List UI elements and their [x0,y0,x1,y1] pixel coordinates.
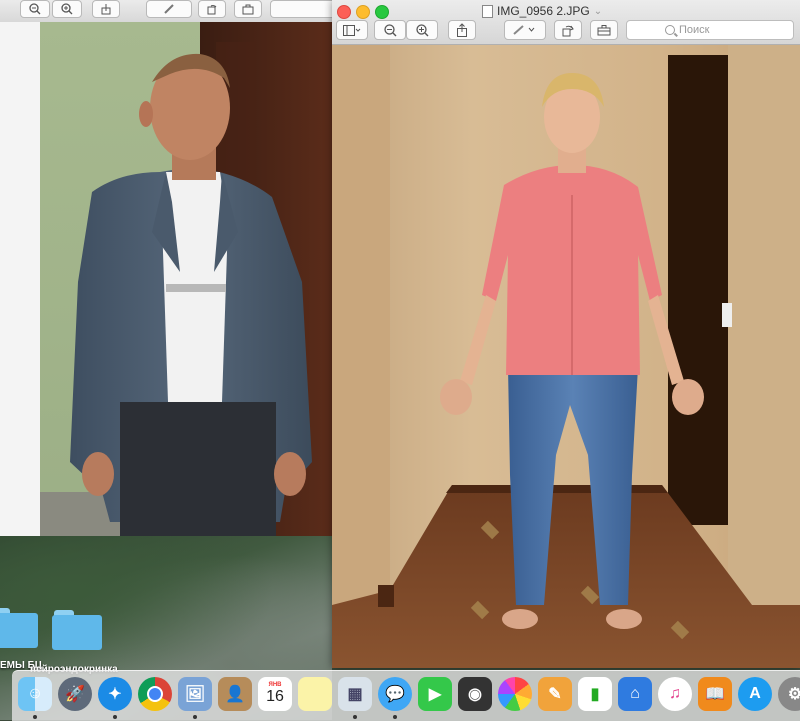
preview-window: IMG_0956 2.JPG ⌄ Поиск [332,0,800,668]
window-title-text: IMG_0956 2.JPG [497,4,590,18]
launchpad-icon[interactable]: 🚀 [58,677,92,711]
background-search-field[interactable] [270,0,332,18]
finder-icon[interactable]: ☺ [18,677,52,711]
calendar-icon[interactable]: ЯНВ 16 [258,677,292,711]
toolbox-button[interactable] [590,20,618,40]
notes-icon[interactable] [298,677,332,711]
share-icon[interactable] [92,0,120,18]
facetime-icon[interactable]: ▶ [418,677,452,711]
toolbox-icon [597,25,611,36]
background-preview-window [0,0,332,536]
search-icon [665,25,675,35]
itunes-icon[interactable]: ♫ [658,677,692,711]
image-capture-icon[interactable]: ▦ [338,677,372,711]
man-photo [40,22,332,536]
sidebar-toggle-button[interactable] [336,20,368,40]
dock: ☺ 🚀 ✦ 🖼 👤 ЯНВ 16 ▦ 💬 ▶ ◉ ✎ ▮ ⌂ ♫ 📖 A ⚙ [12,670,800,721]
zoom-out-icon[interactable] [20,0,50,18]
close-button[interactable] [337,5,351,19]
search-placeholder: Поиск [679,24,710,36]
photos-icon[interactable] [498,677,532,711]
desktop-folder-2[interactable] [52,610,102,650]
title-bar: IMG_0956 2.JPG ⌄ Поиск [332,0,800,45]
preview-icon[interactable]: 🖼 [178,677,212,711]
toolbox-icon[interactable] [234,0,262,18]
background-window-toolbar [0,0,332,23]
zoom-in-icon[interactable] [52,0,82,18]
zoom-in-icon [415,23,428,36]
system-preferences-icon[interactable]: ⚙ [778,677,800,711]
share-icon [457,23,467,37]
zoom-out-icon [383,23,396,36]
chrome-icon[interactable] [138,677,172,711]
search-input[interactable]: Поиск [626,20,794,40]
window-title[interactable]: IMG_0956 2.JPG ⌄ [482,3,652,19]
numbers-icon[interactable]: ▮ [578,677,612,711]
calendar-day: 16 [266,688,284,705]
photo-booth-icon[interactable]: ◉ [458,677,492,711]
safari-running-indicator [113,715,117,719]
background-window-sidebar [0,22,40,536]
document-icon [482,4,493,18]
rotate-icon[interactable] [198,0,226,18]
title-chevron-icon: ⌄ [593,5,603,17]
zoom-button[interactable] [375,5,389,19]
rotate-icon [562,25,574,36]
minimize-button[interactable] [356,5,370,19]
markup-button[interactable] [504,20,546,40]
sidebar-toggle-icon [343,24,361,36]
contacts-icon[interactable]: 👤 [218,677,252,711]
zoom-in-button[interactable] [406,20,438,40]
messages-running-indicator [393,715,397,719]
pages-icon[interactable]: ✎ [538,677,572,711]
rotate-button[interactable] [554,20,582,40]
app-store-icon[interactable]: A [738,677,772,711]
markup-pen-icon[interactable] [146,0,192,18]
messages-icon[interactable]: 💬 [378,677,412,711]
keynote-icon[interactable]: ⌂ [618,677,652,711]
preview-running-indicator [193,715,197,719]
finder-running-indicator [33,715,37,719]
zoom-out-button[interactable] [374,20,406,40]
woman-photo [332,45,800,668]
share-button[interactable] [448,20,476,40]
image-capture-running-indicator [353,715,357,719]
ibooks-icon[interactable]: 📖 [698,677,732,711]
markup-pen-icon [513,25,535,35]
safari-icon[interactable]: ✦ [98,677,132,711]
desktop-folder-1[interactable] [0,608,38,648]
